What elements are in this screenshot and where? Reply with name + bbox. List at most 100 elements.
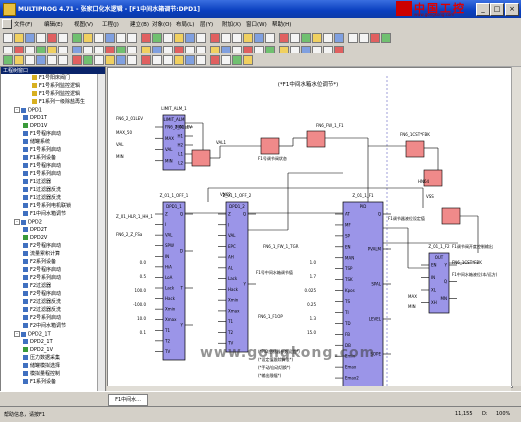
toolbar-2-button-14[interactable]	[163, 55, 173, 65]
toolbar-0-button-4[interactable]	[47, 33, 57, 43]
tree-item[interactable]: F1号程序启动	[23, 163, 61, 169]
toolbar-0-button-9[interactable]	[105, 33, 115, 43]
toolbar-0-button-17[interactable]	[196, 33, 206, 43]
toolbar-0-button-33[interactable]	[381, 33, 391, 43]
tree-item[interactable]: F2过滤器反洗	[23, 299, 61, 305]
tree-item[interactable]: F2系列设备	[23, 259, 56, 265]
maximize-button[interactable]: □	[490, 3, 504, 16]
toolbar-2-button-20[interactable]	[232, 55, 242, 65]
toolbar-0-button-12[interactable]	[141, 33, 151, 43]
tree-item[interactable]: F2过滤器	[23, 283, 51, 289]
toolbar-0-button-3[interactable]	[36, 33, 46, 43]
toolbar-2-button-6[interactable]	[72, 55, 82, 65]
tree-item[interactable]: F2中间水箱调节	[23, 323, 66, 329]
toolbar-2-button-2[interactable]	[25, 55, 35, 65]
toolbar-0-button-16[interactable]	[185, 33, 195, 43]
tree-item[interactable]: DPD2T	[23, 227, 47, 233]
tree-item[interactable]: F1号程序启动	[23, 131, 61, 137]
tree-item[interactable]: DPD2_1V	[23, 347, 53, 353]
tree-item[interactable]: F1号系列监控逻辑	[32, 91, 80, 97]
toolbar-0-button-1[interactable]	[14, 33, 24, 43]
menu-item-3[interactable]: 工程(J)	[102, 20, 119, 28]
vertical-scrollbar[interactable]	[511, 67, 521, 386]
toolbar-2-button-19[interactable]	[221, 55, 231, 65]
tree-item[interactable]: 压力数据采集	[23, 355, 60, 361]
toolbar-0-button-30[interactable]	[348, 33, 358, 43]
tree-item[interactable]: F1过滤器	[23, 179, 51, 185]
toolbar-0-button-6[interactable]	[72, 33, 82, 43]
toolbar-2-button-7[interactable]	[83, 55, 93, 65]
tree-expand-icon[interactable]: -	[14, 331, 20, 337]
toolbar-0-button-31[interactable]	[359, 33, 369, 43]
app-icon[interactable]	[3, 3, 16, 16]
tree-scrollbar[interactable]	[97, 74, 105, 392]
menu-item-10[interactable]: 帮助(H)	[272, 20, 291, 28]
toolbar-0-button-29[interactable]	[334, 33, 344, 43]
toolbar-0-button-25[interactable]	[290, 33, 300, 43]
tree-item[interactable]: F1号系列启动	[23, 171, 61, 177]
toolbar-2-button-11[interactable]	[127, 55, 137, 65]
tree-item[interactable]: - DPD1	[14, 107, 42, 114]
toolbar-0-button-28[interactable]	[323, 33, 333, 43]
tree-item[interactable]: F1号系列启动	[23, 147, 61, 153]
tree-item[interactable]: - DPD2_1T	[14, 331, 51, 338]
tree-item[interactable]: F2号系列启动	[23, 275, 61, 281]
toolbar-0-button-20[interactable]	[232, 33, 242, 43]
toolbar-0-button-18[interactable]	[210, 33, 220, 43]
menu-item-8[interactable]: 附加(X)	[222, 20, 241, 28]
tree-item[interactable]: F1号系列电机联锁	[23, 203, 71, 209]
toolbar-0-button-14[interactable]	[163, 33, 173, 43]
tree-item[interactable]: 储罐模拟选择	[23, 363, 60, 369]
toolbar-0-button-0[interactable]	[3, 33, 13, 43]
toolbar-0-button-8[interactable]	[94, 33, 104, 43]
tree-item[interactable]: DPD1V	[23, 123, 47, 129]
tree-item[interactable]: DPD2V	[23, 235, 47, 241]
toolbar-2-button-17[interactable]	[196, 55, 206, 65]
tree-expand-icon[interactable]: -	[14, 107, 20, 113]
toolbar-0-button-22[interactable]	[254, 33, 264, 43]
menu-item-6[interactable]: 布局(L)	[176, 20, 194, 28]
tree-item[interactable]: F1号系列监控逻辑	[32, 83, 80, 89]
menu-item-4[interactable]: 建立(B)	[130, 20, 149, 28]
tab-f1-intermediate-tank[interactable]: F1中间水...	[108, 394, 148, 406]
menu-item-0[interactable]: 文件(F)	[14, 20, 32, 28]
tree-item[interactable]: F1过滤器反洗	[23, 195, 61, 201]
menu-item-2[interactable]: 视图(V)	[74, 20, 93, 28]
toolbar-0-button-13[interactable]	[152, 33, 162, 43]
toolbar-0-button-23[interactable]	[265, 33, 275, 43]
tree-item[interactable]: F2号系列启动	[23, 315, 61, 321]
toolbar-0-button-32[interactable]	[370, 33, 380, 43]
toolbar-2-button-13[interactable]	[152, 55, 162, 65]
tree-item[interactable]: F2号程序启动	[23, 267, 61, 273]
toolbar-0-button-11[interactable]	[127, 33, 137, 43]
toolbar-2-button-15[interactable]	[174, 55, 184, 65]
toolbar-2-button-5[interactable]	[58, 55, 68, 65]
tree-item[interactable]: DPD2_1T	[23, 339, 53, 345]
toolbar-0-button-15[interactable]	[174, 33, 184, 43]
toolbar-2-button-1[interactable]	[14, 55, 24, 65]
tree-item[interactable]: - DPD2	[14, 219, 42, 226]
tree-item[interactable]: F1系列设备	[23, 155, 56, 161]
tree-item[interactable]: F1中间水箱调节	[23, 211, 66, 217]
tree-item[interactable]: 模拟量程控制	[23, 371, 60, 377]
toolbar-2-button-21[interactable]	[243, 55, 253, 65]
toolbar-2-button-4[interactable]	[47, 55, 57, 65]
tree-expand-icon[interactable]: -	[14, 219, 20, 225]
tree-item[interactable]: F2过滤器反洗	[23, 307, 61, 313]
toolbar-0-button-19[interactable]	[221, 33, 231, 43]
menu-item-1[interactable]: 编辑(E)	[44, 20, 63, 28]
menu-item-9[interactable]: 窗口(W)	[246, 20, 267, 28]
toolbar-2-button-10[interactable]	[116, 55, 126, 65]
toolbar-0-button-24[interactable]	[279, 33, 289, 43]
toolbar-2-button-16[interactable]	[185, 55, 195, 65]
toolbar-0-button-5[interactable]	[58, 33, 68, 43]
tree-item[interactable]: 储罐系统	[23, 139, 50, 145]
toolbar-2-button-9[interactable]	[105, 55, 115, 65]
doc-icon[interactable]	[2, 19, 12, 29]
tree-item[interactable]: F1系列一级除盐再生	[32, 99, 85, 105]
tree-item[interactable]: DPD1T	[23, 115, 47, 121]
toolbar-0-button-21[interactable]	[243, 33, 253, 43]
tree-item[interactable]: F1号阳床阀门	[32, 75, 70, 81]
close-button[interactable]: ×	[505, 3, 519, 16]
tree-item[interactable]: F2号程序启动	[23, 291, 61, 297]
